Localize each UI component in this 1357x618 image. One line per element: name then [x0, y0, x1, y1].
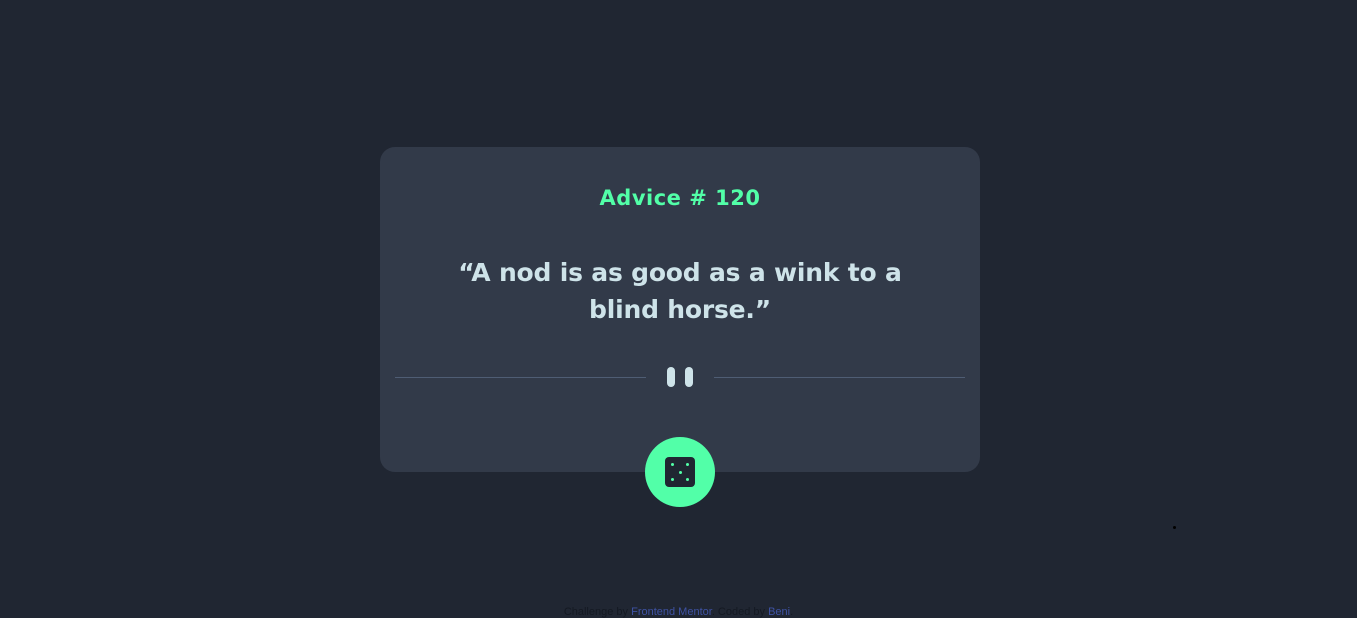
divider — [395, 366, 965, 388]
author-link[interactable]: Beni — [768, 606, 790, 618]
advice-card: Advice # 120 “A nod is as good as a wink… — [380, 147, 980, 472]
attribution-prefix: Challenge by — [563, 606, 629, 618]
advice-number-heading: Advice # 120 — [599, 186, 761, 210]
advice-quote: “A nod is as good as a wink to a blind h… — [458, 258, 902, 324]
attribution-suffix: . — [790, 606, 794, 618]
attribution: Challenge by Frontend Mentor. Coded by B… — [0, 606, 1357, 618]
attribution-separator: . Coded by — [711, 606, 766, 618]
dice-icon — [665, 457, 695, 487]
divider-line-left — [395, 377, 646, 378]
frontend-mentor-link[interactable]: Frontend Mentor — [631, 606, 712, 618]
divider-line-right — [714, 377, 965, 378]
generate-advice-button[interactable] — [645, 437, 715, 507]
stray-dot — [1173, 526, 1176, 529]
pause-icon — [667, 367, 693, 387]
page: { "card": { "advice_heading": "Advice # … — [0, 0, 1357, 618]
